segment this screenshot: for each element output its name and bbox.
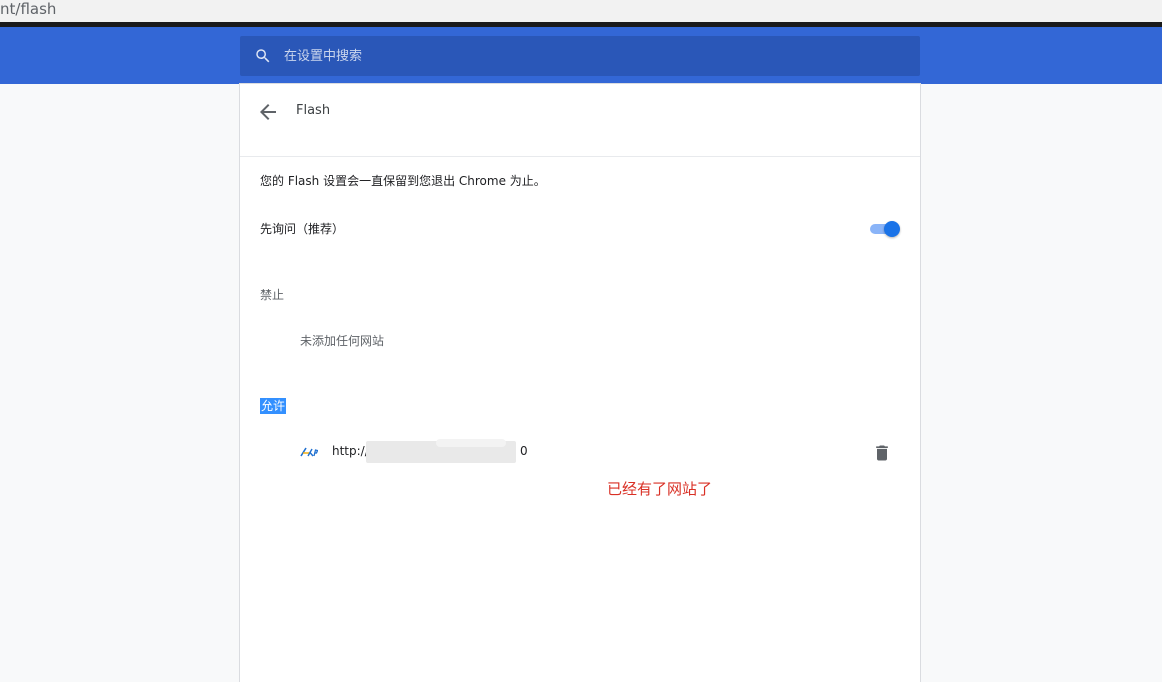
ask-first-toggle[interactable] — [870, 221, 902, 237]
trash-icon[interactable] — [872, 443, 892, 463]
search-input[interactable] — [284, 36, 884, 76]
annotation-text: 已经有了网站了 — [607, 480, 713, 498]
ask-first-label: 先询问（推荐） — [260, 222, 345, 236]
arrow-back-icon[interactable] — [256, 100, 280, 124]
site-url-end: 0 — [520, 444, 528, 458]
page-title: Flash — [296, 103, 331, 118]
block-section-heading: 禁止 — [260, 288, 285, 302]
ekp-logo-icon — [300, 447, 318, 457]
address-bar-url[interactable]: nt/flash — [0, 0, 56, 18]
address-bar[interactable]: nt/flash — [0, 0, 1162, 22]
block-empty-text: 未添加任何网站 — [300, 334, 385, 348]
site-url[interactable]: http:// — [332, 444, 369, 458]
site-row[interactable]: http:// 0 — [240, 433, 920, 473]
allow-section-heading: 允许 — [260, 398, 287, 414]
settings-toolbar — [0, 27, 1162, 84]
search-icon — [256, 49, 270, 63]
flash-description: 您的 Flash 设置会一直保留到您退出 Chrome 为止。 — [260, 174, 546, 188]
subpage-header: Flash — [240, 84, 920, 157]
flash-settings-card: Flash 您的 Flash 设置会一直保留到您退出 Chrome 为止。 先询… — [240, 84, 920, 682]
site-url-start: http:// — [332, 444, 369, 458]
redacted-url-mask-2 — [436, 439, 506, 447]
toggle-knob — [884, 221, 900, 237]
search-box[interactable] — [240, 36, 920, 76]
